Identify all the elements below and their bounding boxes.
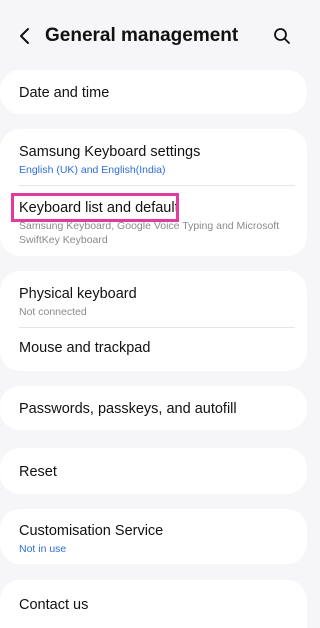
row-contact-us[interactable]: Contact us [0,580,307,628]
row-title: Mouse and trackpad [19,340,151,356]
card-customisation: Customisation Service Not in use [0,509,307,564]
row-mouse-trackpad[interactable]: Mouse and trackpad [0,328,307,371]
row-samsung-keyboard[interactable]: Samsung Keyboard settings English (UK) a… [0,129,307,186]
row-title: Date and time [19,85,110,101]
card-passwords: Passwords, passkeys, and autofill [0,386,307,430]
row-subtitle: English (UK) and English(India) [19,164,166,176]
row-title: Samsung Keyboard settings [19,144,201,160]
back-button[interactable] [13,24,37,48]
chevron-left-icon [20,28,29,44]
row-subtitle: Samsung Keyboard, Google Voice Typing an… [19,220,280,246]
row-title: Passwords, passkeys, and autofill [19,401,237,417]
row-subtitle: Not connected [19,306,87,318]
row-date-time[interactable]: Date and time [0,70,307,114]
row-keyboard-list-content: Keyboard list and default Samsung Keyboa… [0,199,307,247]
card-input-devices: Physical keyboard Not connected Mouse an… [0,271,307,371]
row-title: Reset [19,464,57,480]
row-title: Contact us [19,597,89,613]
row-reset[interactable]: Reset [0,448,307,494]
row-subtitle: Not in use [19,543,67,555]
search-button[interactable] [270,24,294,48]
row-physical-keyboard[interactable]: Physical keyboard Not connected [0,271,307,328]
card-contact: Contact us [0,580,307,628]
row-passwords[interactable]: Passwords, passkeys, and autofill [0,386,307,430]
page-title: General management [45,25,239,46]
row-customisation[interactable]: Customisation Service Not in use [0,509,307,564]
card-date-time: Date and time [0,70,307,114]
row-title: Physical keyboard [19,286,137,302]
card-reset: Reset [0,448,307,494]
app-header: General management [0,0,307,70]
row-title: Keyboard list and default [19,200,179,216]
row-title: Customisation Service [19,523,164,539]
search-icon [274,28,290,44]
